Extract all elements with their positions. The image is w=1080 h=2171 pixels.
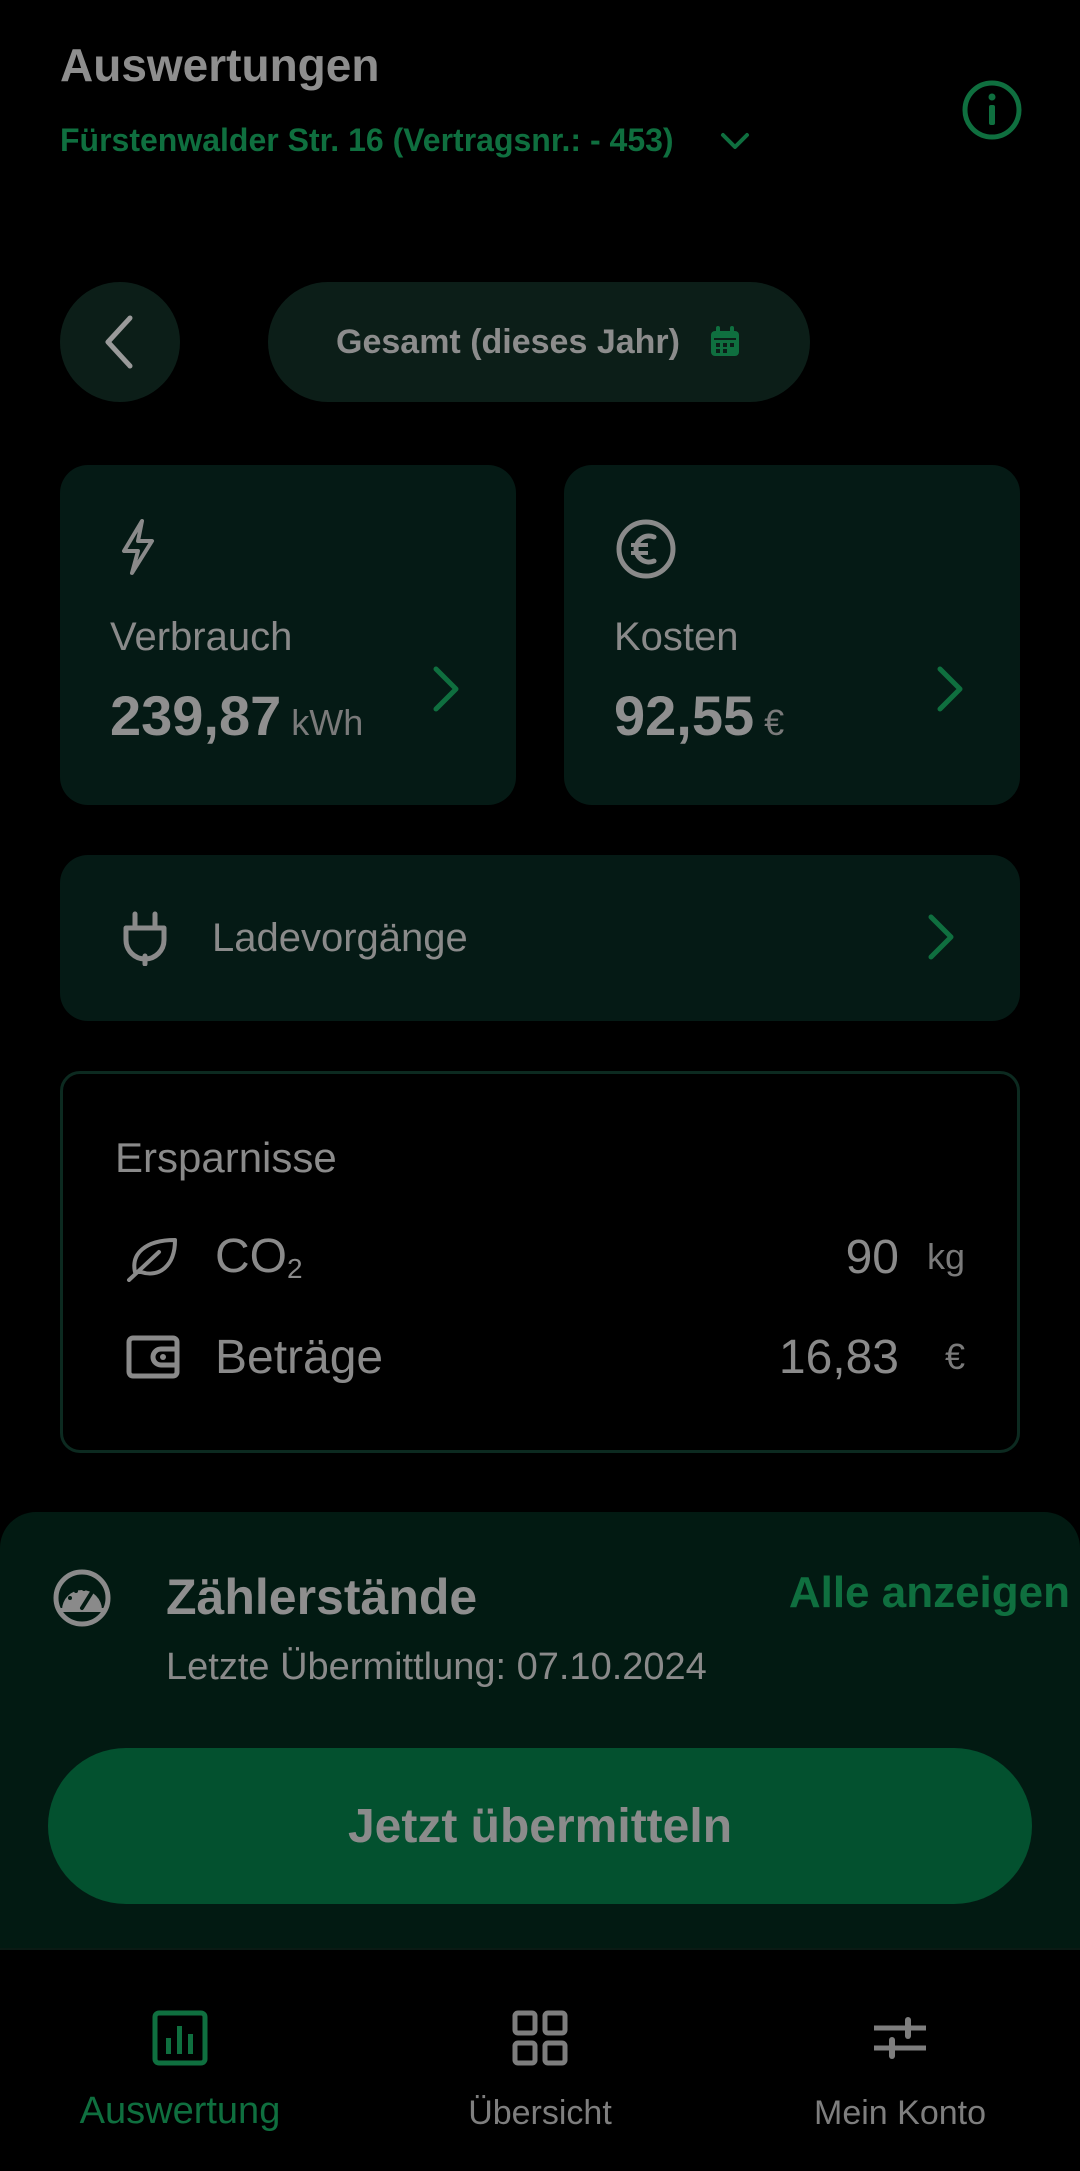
plug-icon [123, 911, 167, 966]
cost-value: 92,55 € [614, 684, 785, 747]
chevron-down-icon [720, 132, 749, 149]
co2-label: CO2 [215, 1230, 303, 1284]
period-selector[interactable]: Gesamt (dieses Jahr) [268, 282, 810, 402]
back-button[interactable] [60, 282, 180, 402]
amount-savings-row: Beträge 16,83 € [125, 1322, 965, 1392]
co2-savings-row: CO2 90 kg [125, 1222, 965, 1292]
meter-readings-title: Zählerstände [166, 1569, 478, 1625]
show-all-link[interactable]: Alle anzeigen [789, 1568, 1070, 1618]
nav-item-mein-konto[interactable]: Mein Konto [720, 1950, 1080, 2171]
calendar-icon [710, 326, 739, 356]
leaf-icon [127, 1238, 177, 1282]
page-title: Auswertungen [60, 39, 380, 91]
chevron-right-icon [928, 914, 954, 960]
savings-panel: Ersparnisse CO2 90 kg Beträge 16,83 € [60, 1071, 1020, 1453]
gauge-icon [53, 1569, 111, 1627]
usage-label: Verbrauch [110, 615, 293, 659]
bar-chart-icon [152, 2010, 208, 2066]
sliders-icon [874, 2017, 926, 2059]
amount-unit: € [944, 1336, 965, 1377]
cost-label: Kosten [614, 615, 739, 659]
savings-title: Ersparnisse [115, 1134, 337, 1181]
nav-label-uebersicht: Übersicht [468, 2094, 612, 2132]
cost-card[interactable]: Kosten 92,55 € [564, 465, 1020, 805]
cost-unit: € [764, 702, 785, 743]
amount-value: 16,83 [778, 1330, 899, 1384]
info-icon[interactable] [960, 78, 1024, 142]
nav-item-uebersicht[interactable]: Übersicht [360, 1950, 720, 2171]
chevron-right-icon [937, 666, 963, 712]
meter-readings-panel: Zählerstände Alle anzeigen Letzte Übermi… [0, 1512, 1080, 1948]
grid-icon [512, 2010, 568, 2066]
nav-label-auswertung: Auswertung [79, 2090, 281, 2132]
contract-address: Fürstenwalder Str. 16 (Vertragsnr.: - 45… [60, 122, 674, 158]
euro-icon [616, 519, 676, 579]
bottom-navigation: Auswertung Übersicht Mein Konto [0, 1948, 1080, 2171]
co2-value: 90 [845, 1230, 899, 1284]
nav-item-auswertung[interactable]: Auswertung [0, 1950, 360, 2171]
co2-unit: kg [926, 1236, 965, 1277]
contract-selector[interactable]: Fürstenwalder Str. 16 (Vertragsnr.: - 45… [60, 122, 752, 159]
chevron-right-icon [433, 666, 459, 712]
lightning-icon [122, 519, 154, 575]
chevron-left-icon [105, 315, 133, 369]
wallet-icon [126, 1335, 180, 1379]
usage-card[interactable]: Verbrauch 239,87 kWh [60, 465, 516, 805]
last-submission-text: Letzte Übermittlung: 07.10.2024 [166, 1646, 707, 1688]
submit-now-button[interactable]: Jetzt übermitteln [48, 1748, 1032, 1904]
amount-label: Beträge [215, 1330, 384, 1384]
usage-value: 239,87 kWh [110, 684, 364, 747]
nav-label-mein-konto: Mein Konto [814, 2094, 986, 2132]
charging-sessions-label: Ladevorgänge [212, 915, 468, 960]
charging-sessions-row[interactable]: Ladevorgänge [60, 855, 1020, 1021]
usage-unit: kWh [291, 702, 364, 743]
period-label: Gesamt (dieses Jahr) [336, 322, 680, 361]
